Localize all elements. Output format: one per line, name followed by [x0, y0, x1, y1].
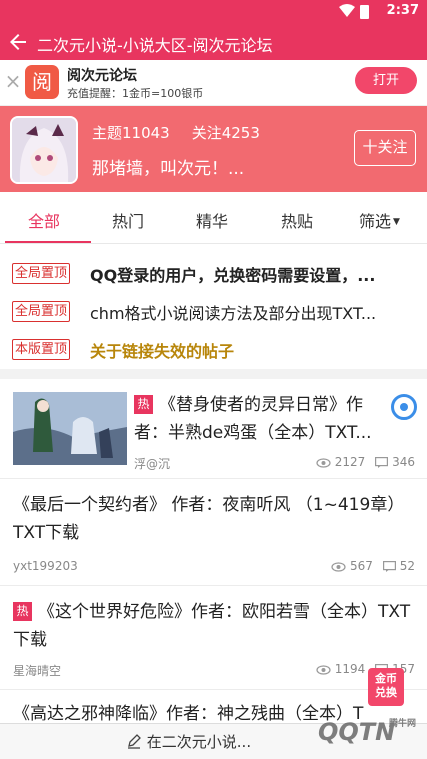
follow-button[interactable]: 十关注	[354, 130, 416, 166]
forum-stats: 主题11043 关注4253	[92, 122, 282, 143]
pin-badge: 本版置顶	[12, 339, 71, 360]
watermark-text: QQTN	[318, 718, 396, 746]
pin-badge: 全局置顶	[12, 263, 71, 284]
dropdown-arrow-icon: ▼	[393, 217, 400, 227]
tab-featured[interactable]: 精华	[196, 208, 228, 232]
reply-count: 52	[399, 559, 415, 573]
post-meta: 2127 346	[316, 455, 415, 469]
post-author: 浮@沉	[134, 457, 171, 471]
battery-icon	[360, 5, 369, 19]
app-logo: 阅	[25, 65, 59, 99]
watermark-subtext: 腾牛网	[388, 719, 416, 729]
promo-description: 充值提醒：1金币=100银币	[67, 87, 204, 100]
comment-icon	[382, 561, 396, 572]
floating-assist-button[interactable]	[391, 394, 417, 420]
tab-hot-posts[interactable]: 热贴	[281, 208, 313, 232]
follow-count: 关注4253	[191, 124, 260, 142]
post-title: 《最后一个契约者》 作者：夜南听风 （1~419章） TXT下载	[13, 491, 418, 549]
eye-icon	[316, 665, 331, 675]
app-bar: 二次元小说-小说大区-阅次元论坛	[0, 24, 427, 60]
tab-filter-label: 筛选	[359, 212, 392, 231]
hot-badge: 热	[134, 395, 153, 414]
post-title-text: 《这个世界好危险》作者：欧阳若雪（全本）TXT下载	[13, 602, 411, 650]
coin-exchange-line1: 金币	[375, 672, 397, 685]
view-count: 2127	[334, 455, 366, 469]
wifi-icon	[339, 4, 355, 17]
eye-icon	[331, 562, 346, 572]
section-divider	[0, 369, 427, 379]
tab-all[interactable]: 全部	[28, 208, 60, 232]
post-thumbnail	[13, 392, 127, 465]
post-meta: 567 52	[331, 559, 415, 573]
comment-icon	[375, 457, 389, 468]
pinned-post-title: chm格式小说阅读方法及部分出现TXT...	[90, 304, 377, 323]
pin-badge: 全局置顶	[12, 301, 71, 322]
eye-icon	[316, 458, 331, 468]
post-title-text: 《高达之邪神降临》作者：神之残曲（全本）T	[13, 704, 364, 723]
promo-app-name: 阅次元论坛	[67, 68, 137, 84]
post-item[interactable]: 热《替身使者的灵异日常》作者：半熟de鸡蛋（全本）TXT... 浮@沉 2127…	[0, 379, 427, 479]
tab-popular[interactable]: 热门	[112, 208, 144, 232]
pinned-post-title: 关于链接失效的帖子	[90, 342, 235, 361]
post-title-text: 《最后一个契约者》 作者：夜南听风 （1~419章） TXT下载	[13, 495, 405, 543]
close-icon[interactable]: ×	[4, 71, 22, 91]
post-item[interactable]: 热《这个世界好危险》作者：欧阳若雪（全本）TXT下载 星海晴空 1194 157	[0, 586, 427, 690]
view-count: 1194	[334, 662, 366, 676]
pencil-icon	[128, 734, 141, 749]
pinned-post[interactable]: 本版置顶 关于链接失效的帖子	[12, 338, 420, 362]
hot-badge: 热	[13, 602, 32, 621]
post-author: yxt199203	[13, 559, 78, 573]
back-arrow-icon[interactable]	[6, 30, 30, 54]
pinned-post[interactable]: 全局置顶 QQ登录的用户，兑换密码需要设置，...	[12, 262, 420, 286]
pinned-posts: 全局置顶 QQ登录的用户，兑换密码需要设置，... 全局置顶 chm格式小说阅读…	[0, 245, 427, 369]
view-count: 567	[349, 559, 373, 573]
compose-post-button[interactable]: 在二次元小说...	[126, 731, 251, 752]
post-title-text: 《替身使者的灵异日常》作者：半熟de鸡蛋（全本）TXT...	[134, 395, 372, 443]
forum-header: 主题11043 关注4253 那堵墙，叫次元！... 十关注	[0, 106, 427, 192]
post-author: 星海晴空	[13, 664, 62, 678]
post-title: 热《替身使者的灵异日常》作者：半熟de鸡蛋（全本）TXT...	[134, 391, 392, 447]
forum-cover-image	[10, 116, 78, 184]
tab-filter[interactable]: 筛选 ▼	[359, 208, 400, 232]
coin-exchange-button[interactable]: 金币 兑换	[368, 668, 404, 706]
active-tab-indicator	[5, 241, 91, 243]
forum-slogan: 那堵墙，叫次元！...	[92, 159, 245, 179]
site-watermark: QQTN 腾牛网	[318, 718, 424, 758]
coin-exchange-line2: 兑换	[375, 686, 397, 699]
app-promo-banner: × 阅 阅次元论坛 充值提醒：1金币=100银币 打开	[0, 60, 427, 106]
post-title: 热《这个世界好危险》作者：欧阳若雪（全本）TXT下载	[13, 598, 418, 656]
topic-count: 主题11043	[92, 124, 170, 142]
post-item[interactable]: 《最后一个契约者》 作者：夜南听风 （1~419章） TXT下载 yxt1992…	[0, 479, 427, 586]
compose-label: 在二次元小说...	[146, 733, 252, 751]
clock: 2:37	[386, 3, 419, 18]
pinned-post[interactable]: 全局置顶 chm格式小说阅读方法及部分出现TXT...	[12, 300, 420, 324]
reply-count: 346	[392, 455, 415, 469]
tab-bar: 全部 热门 精华 热贴 筛选 ▼	[0, 192, 427, 244]
open-app-button[interactable]: 打开	[355, 67, 417, 94]
page-title: 二次元小说-小说大区-阅次元论坛	[37, 36, 273, 55]
pinned-post-title: QQ登录的用户，兑换密码需要设置，...	[90, 266, 376, 285]
status-bar: 2:37	[0, 0, 427, 24]
